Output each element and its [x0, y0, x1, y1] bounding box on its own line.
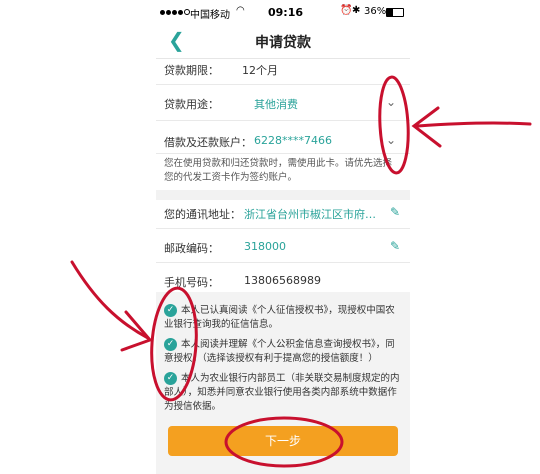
annotation-ellipse	[150, 286, 198, 402]
annotation-ellipse	[378, 75, 410, 175]
annotation-ellipse	[224, 416, 344, 468]
annotation-arrow-line	[416, 121, 532, 128]
annotation-overlay	[70, 75, 532, 468]
